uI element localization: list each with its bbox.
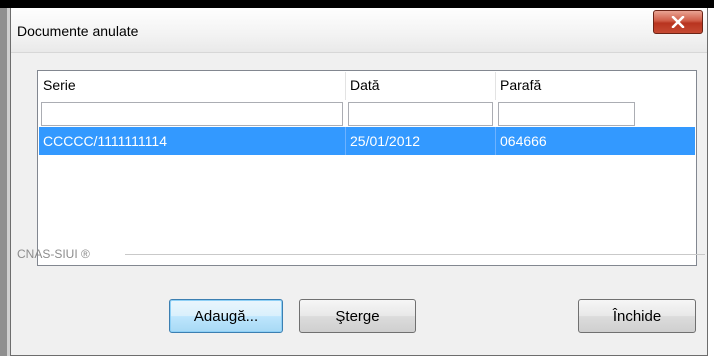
cell-serie: CCCCC/1111111114 <box>39 127 346 155</box>
list-header: Serie Dată Parafă <box>39 72 695 100</box>
title-bar[interactable]: Documente anulate <box>11 8 707 53</box>
group-box-label: CNAS-SIUI ® <box>17 247 90 261</box>
background-window-edge <box>0 8 7 356</box>
screen-top-edge <box>0 0 714 8</box>
column-header-parafa[interactable]: Parafă <box>496 72 695 100</box>
close-x-icon <box>671 16 685 28</box>
add-button[interactable]: Adaugă... <box>169 299 283 333</box>
column-header-data[interactable]: Dată <box>346 72 496 100</box>
cell-data: 25/01/2012 <box>346 127 496 155</box>
table-row[interactable]: CCCCC/1111111114 25/01/2012 064666 <box>39 127 695 155</box>
filter-input-serie[interactable] <box>41 102 343 126</box>
column-header-serie[interactable]: Serie <box>39 72 346 100</box>
cell-parafa: 064666 <box>500 133 547 149</box>
group-box-border <box>125 254 705 255</box>
window-title: Documente anulate <box>17 23 139 39</box>
dialog-window: Documente anulate Serie Dată Parafă CCCC… <box>10 8 708 356</box>
annulled-documents-list[interactable]: Serie Dată Parafă CCCCC/1111111114 25/01… <box>37 70 697 266</box>
delete-button[interactable]: Şterge <box>299 299 416 333</box>
filter-input-data[interactable] <box>348 102 493 126</box>
close-button[interactable]: Închide <box>578 299 696 333</box>
filter-row <box>39 100 695 126</box>
close-window-button[interactable] <box>653 10 703 34</box>
filter-input-parafa[interactable] <box>498 102 635 126</box>
